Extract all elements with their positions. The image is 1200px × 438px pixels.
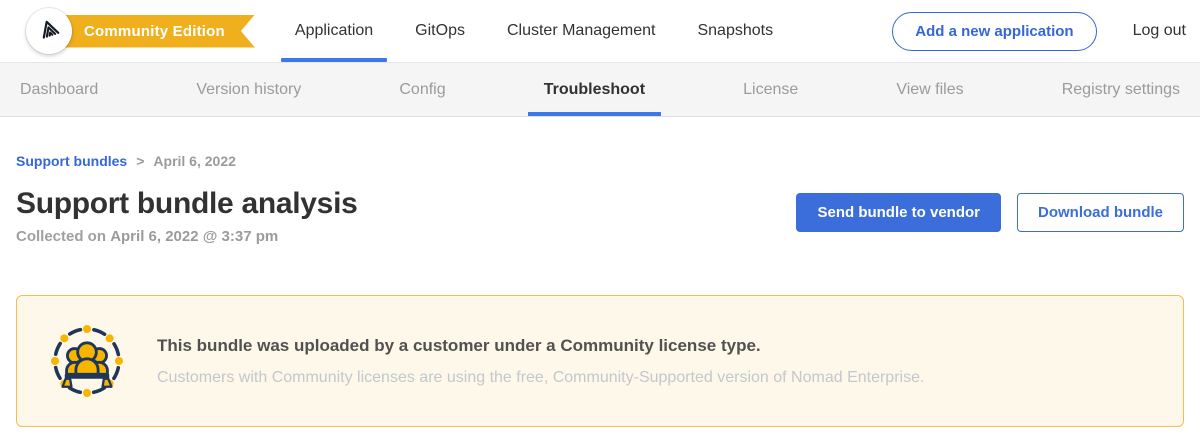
collected-timestamp: Collected on April 6, 2022 @ 3:37 pm [16, 228, 357, 245]
main-content: Support bundles > April 6, 2022 Support … [0, 153, 1200, 427]
subnav-item-troubleshoot[interactable]: Troubleshoot [544, 63, 645, 116]
replicated-logo-icon [36, 16, 62, 47]
log-out-link[interactable]: Log out [1133, 22, 1186, 40]
subnav-item-dashboard[interactable]: Dashboard [20, 63, 98, 116]
nav-item-application[interactable]: Application [293, 0, 375, 62]
topbar-right: Add a new application Log out [892, 12, 1186, 51]
replicated-logo[interactable] [26, 8, 72, 54]
subnav-item-license[interactable]: License [743, 63, 798, 116]
nav-item-gitops[interactable]: GitOps [413, 0, 467, 62]
collected-date: April 6, 2022 @ 3:37 pm [110, 228, 278, 245]
alert-text: This bundle was uploaded by a customer u… [157, 336, 924, 387]
top-navigation-bar: Community Edition Application GitOps Clu… [0, 0, 1200, 62]
breadcrumb-separator: > [136, 153, 144, 169]
collected-prefix: Collected on [16, 228, 110, 245]
community-license-alert: This bundle was uploaded by a customer u… [16, 295, 1184, 427]
breadcrumb-support-bundles-link[interactable]: Support bundles [16, 153, 127, 169]
add-new-application-button[interactable]: Add a new application [892, 12, 1096, 51]
download-bundle-button[interactable]: Download bundle [1017, 193, 1184, 232]
nav-item-cluster-management[interactable]: Cluster Management [505, 0, 658, 62]
bundle-actions: Send bundle to vendor Download bundle [796, 193, 1184, 232]
primary-nav: Application GitOps Cluster Management Sn… [293, 0, 775, 62]
breadcrumb-current: April 6, 2022 [153, 153, 236, 169]
subnav-item-registry-settings[interactable]: Registry settings [1062, 63, 1180, 116]
nav-item-snapshots[interactable]: Snapshots [695, 0, 775, 62]
title-block: Support bundle analysis Collected on Apr… [16, 187, 357, 245]
alert-title: This bundle was uploaded by a customer u… [157, 336, 924, 356]
subnav-item-view-files[interactable]: View files [896, 63, 963, 116]
subnav-item-version-history[interactable]: Version history [196, 63, 301, 116]
community-edition-badge: Community Edition [60, 15, 255, 48]
send-bundle-to-vendor-button[interactable]: Send bundle to vendor [796, 193, 1001, 232]
page-header: Support bundle analysis Collected on Apr… [16, 187, 1184, 245]
community-people-icon [47, 321, 127, 401]
subnav-item-config[interactable]: Config [399, 63, 445, 116]
page-title: Support bundle analysis [16, 187, 357, 221]
app-subnav: Dashboard Version history Config Trouble… [0, 62, 1200, 117]
breadcrumb: Support bundles > April 6, 2022 [16, 153, 1184, 169]
alert-subtitle: Customers with Community licenses are us… [157, 369, 924, 387]
brand: Community Edition [26, 8, 255, 54]
